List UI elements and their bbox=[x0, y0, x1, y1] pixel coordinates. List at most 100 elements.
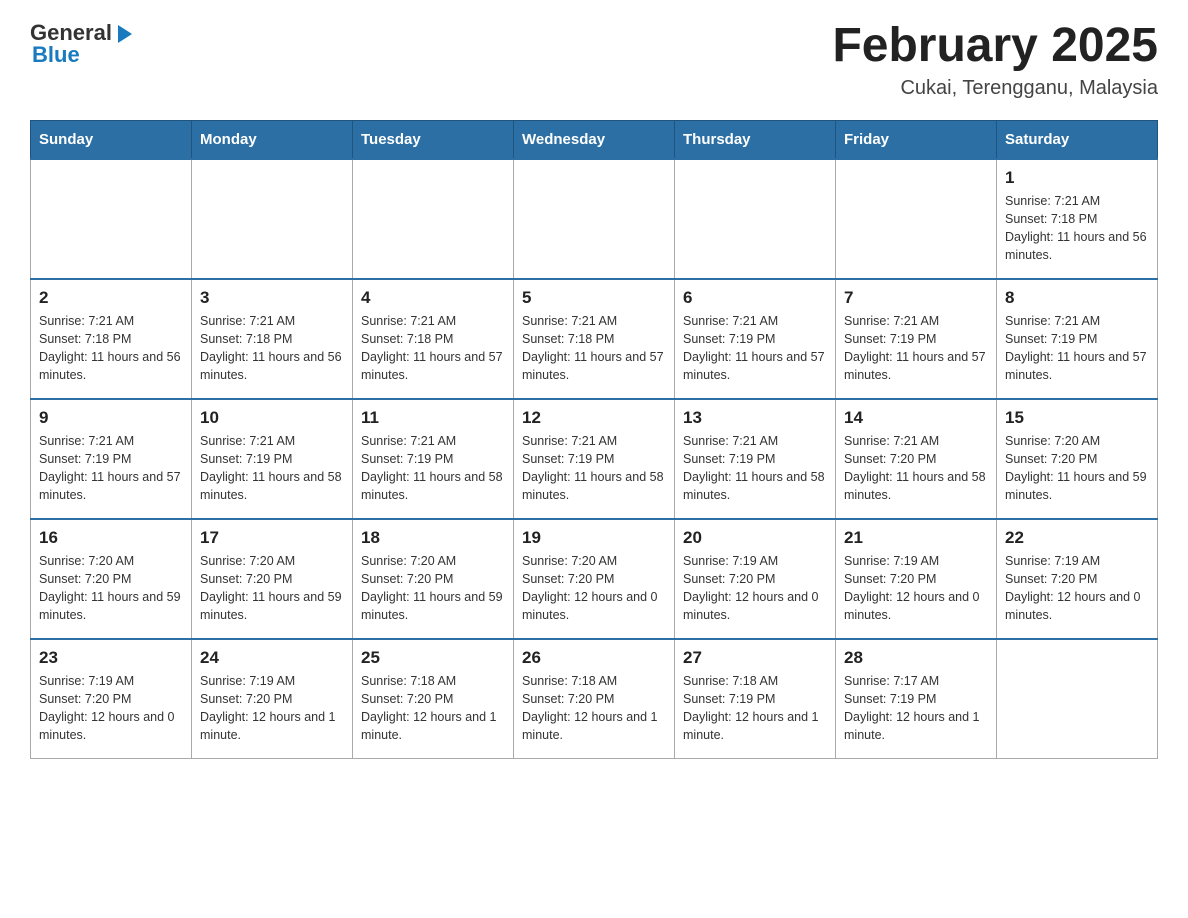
calendar-day-cell bbox=[353, 159, 514, 279]
day-number: 26 bbox=[522, 648, 666, 668]
calendar-day-cell: 11 Sunrise: 7:21 AMSunset: 7:19 PMDayligh… bbox=[353, 399, 514, 519]
calendar-day-cell: 17 Sunrise: 7:20 AMSunset: 7:20 PMDayligh… bbox=[192, 519, 353, 639]
day-number: 2 bbox=[39, 288, 183, 308]
day-number: 12 bbox=[522, 408, 666, 428]
day-info: Sunrise: 7:21 AMSunset: 7:18 PMDaylight:… bbox=[361, 312, 505, 385]
calendar-day-header: Saturday bbox=[997, 120, 1158, 159]
calendar-day-cell: 7 Sunrise: 7:21 AMSunset: 7:19 PMDaylight… bbox=[836, 279, 997, 399]
calendar-day-cell: 20 Sunrise: 7:19 AMSunset: 7:20 PMDayligh… bbox=[675, 519, 836, 639]
day-number: 25 bbox=[361, 648, 505, 668]
day-number: 23 bbox=[39, 648, 183, 668]
calendar-day-cell: 13 Sunrise: 7:21 AMSunset: 7:19 PMDayligh… bbox=[675, 399, 836, 519]
calendar-day-cell: 6 Sunrise: 7:21 AMSunset: 7:19 PMDaylight… bbox=[675, 279, 836, 399]
day-info: Sunrise: 7:19 AMSunset: 7:20 PMDaylight:… bbox=[39, 672, 183, 745]
day-info: Sunrise: 7:20 AMSunset: 7:20 PMDaylight:… bbox=[522, 552, 666, 625]
day-number: 16 bbox=[39, 528, 183, 548]
calendar-day-cell: 23 Sunrise: 7:19 AMSunset: 7:20 PMDayligh… bbox=[31, 639, 192, 759]
calendar-day-cell bbox=[514, 159, 675, 279]
day-info: Sunrise: 7:20 AMSunset: 7:20 PMDaylight:… bbox=[39, 552, 183, 625]
day-number: 3 bbox=[200, 288, 344, 308]
calendar-title: February 2025 bbox=[832, 20, 1158, 73]
logo: General Blue bbox=[30, 20, 136, 68]
calendar-day-cell: 19 Sunrise: 7:20 AMSunset: 7:20 PMDayligh… bbox=[514, 519, 675, 639]
day-info: Sunrise: 7:21 AMSunset: 7:18 PMDaylight:… bbox=[200, 312, 344, 385]
day-info: Sunrise: 7:19 AMSunset: 7:20 PMDaylight:… bbox=[683, 552, 827, 625]
calendar-day-cell: 15 Sunrise: 7:20 AMSunset: 7:20 PMDayligh… bbox=[997, 399, 1158, 519]
calendar-day-cell bbox=[675, 159, 836, 279]
day-number: 20 bbox=[683, 528, 827, 548]
day-info: Sunrise: 7:20 AMSunset: 7:20 PMDaylight:… bbox=[361, 552, 505, 625]
calendar-day-cell: 1 Sunrise: 7:21 AMSunset: 7:18 PMDaylight… bbox=[997, 159, 1158, 279]
day-info: Sunrise: 7:18 AMSunset: 7:20 PMDaylight:… bbox=[361, 672, 505, 745]
calendar-day-cell: 26 Sunrise: 7:18 AMSunset: 7:20 PMDayligh… bbox=[514, 639, 675, 759]
calendar-day-cell: 14 Sunrise: 7:21 AMSunset: 7:20 PMDayligh… bbox=[836, 399, 997, 519]
calendar-day-cell: 10 Sunrise: 7:21 AMSunset: 7:19 PMDayligh… bbox=[192, 399, 353, 519]
day-info: Sunrise: 7:20 AMSunset: 7:20 PMDaylight:… bbox=[1005, 432, 1149, 505]
calendar-week-row: 16 Sunrise: 7:20 AMSunset: 7:20 PMDayligh… bbox=[31, 519, 1158, 639]
day-info: Sunrise: 7:21 AMSunset: 7:19 PMDaylight:… bbox=[200, 432, 344, 505]
logo-arrow-icon bbox=[114, 23, 136, 45]
calendar-day-cell bbox=[192, 159, 353, 279]
day-number: 4 bbox=[361, 288, 505, 308]
day-number: 28 bbox=[844, 648, 988, 668]
day-number: 14 bbox=[844, 408, 988, 428]
day-number: 24 bbox=[200, 648, 344, 668]
day-number: 17 bbox=[200, 528, 344, 548]
day-info: Sunrise: 7:19 AMSunset: 7:20 PMDaylight:… bbox=[844, 552, 988, 625]
calendar-day-cell: 3 Sunrise: 7:21 AMSunset: 7:18 PMDaylight… bbox=[192, 279, 353, 399]
calendar-subtitle: Cukai, Terengganu, Malaysia bbox=[832, 77, 1158, 100]
calendar-day-cell: 12 Sunrise: 7:21 AMSunset: 7:19 PMDayligh… bbox=[514, 399, 675, 519]
day-number: 10 bbox=[200, 408, 344, 428]
day-number: 19 bbox=[522, 528, 666, 548]
calendar-day-cell: 16 Sunrise: 7:20 AMSunset: 7:20 PMDayligh… bbox=[31, 519, 192, 639]
calendar-day-cell: 9 Sunrise: 7:21 AMSunset: 7:19 PMDaylight… bbox=[31, 399, 192, 519]
calendar-week-row: 2 Sunrise: 7:21 AMSunset: 7:18 PMDaylight… bbox=[31, 279, 1158, 399]
day-info: Sunrise: 7:21 AMSunset: 7:20 PMDaylight:… bbox=[844, 432, 988, 505]
calendar-day-cell: 27Sunrise: 7:18 AMSunset: 7:19 PMDayligh… bbox=[675, 639, 836, 759]
calendar-day-cell: 8 Sunrise: 7:21 AMSunset: 7:19 PMDaylight… bbox=[997, 279, 1158, 399]
page-header: General Blue February 2025 Cukai, Tereng… bbox=[30, 20, 1158, 100]
calendar-day-cell bbox=[997, 639, 1158, 759]
calendar-week-row: 1 Sunrise: 7:21 AMSunset: 7:18 PMDaylight… bbox=[31, 159, 1158, 279]
day-number: 5 bbox=[522, 288, 666, 308]
calendar-day-cell: 28Sunrise: 7:17 AMSunset: 7:19 PMDayligh… bbox=[836, 639, 997, 759]
calendar-day-header: Tuesday bbox=[353, 120, 514, 159]
day-info: Sunrise: 7:21 AMSunset: 7:19 PMDaylight:… bbox=[361, 432, 505, 505]
day-number: 18 bbox=[361, 528, 505, 548]
calendar-day-cell: 21 Sunrise: 7:19 AMSunset: 7:20 PMDayligh… bbox=[836, 519, 997, 639]
calendar-day-cell bbox=[836, 159, 997, 279]
day-info: Sunrise: 7:21 AMSunset: 7:18 PMDaylight:… bbox=[1005, 192, 1149, 265]
day-number: 1 bbox=[1005, 168, 1149, 188]
day-number: 15 bbox=[1005, 408, 1149, 428]
title-section: February 2025 Cukai, Terengganu, Malaysi… bbox=[832, 20, 1158, 100]
calendar-day-cell: 24Sunrise: 7:19 AMSunset: 7:20 PMDayligh… bbox=[192, 639, 353, 759]
calendar-day-cell: 22 Sunrise: 7:19 AMSunset: 7:20 PMDayligh… bbox=[997, 519, 1158, 639]
calendar-table: SundayMondayTuesdayWednesdayThursdayFrid… bbox=[30, 120, 1158, 760]
calendar-day-header: Monday bbox=[192, 120, 353, 159]
day-info: Sunrise: 7:19 AMSunset: 7:20 PMDaylight:… bbox=[1005, 552, 1149, 625]
calendar-day-header: Friday bbox=[836, 120, 997, 159]
day-info: Sunrise: 7:20 AMSunset: 7:20 PMDaylight:… bbox=[200, 552, 344, 625]
calendar-week-row: 9 Sunrise: 7:21 AMSunset: 7:19 PMDaylight… bbox=[31, 399, 1158, 519]
day-info: Sunrise: 7:21 AMSunset: 7:19 PMDaylight:… bbox=[1005, 312, 1149, 385]
calendar-day-header: Thursday bbox=[675, 120, 836, 159]
day-number: 7 bbox=[844, 288, 988, 308]
day-info: Sunrise: 7:21 AMSunset: 7:19 PMDaylight:… bbox=[844, 312, 988, 385]
day-info: Sunrise: 7:21 AMSunset: 7:19 PMDaylight:… bbox=[683, 432, 827, 505]
day-number: 22 bbox=[1005, 528, 1149, 548]
day-number: 8 bbox=[1005, 288, 1149, 308]
day-info: Sunrise: 7:21 AMSunset: 7:19 PMDaylight:… bbox=[683, 312, 827, 385]
logo-blue-text: Blue bbox=[32, 42, 80, 68]
day-info: Sunrise: 7:18 AMSunset: 7:20 PMDaylight:… bbox=[522, 672, 666, 745]
day-number: 21 bbox=[844, 528, 988, 548]
day-info: Sunrise: 7:21 AMSunset: 7:19 PMDaylight:… bbox=[522, 432, 666, 505]
day-number: 9 bbox=[39, 408, 183, 428]
day-info: Sunrise: 7:21 AMSunset: 7:19 PMDaylight:… bbox=[39, 432, 183, 505]
calendar-week-row: 23 Sunrise: 7:19 AMSunset: 7:20 PMDayligh… bbox=[31, 639, 1158, 759]
calendar-day-cell: 4 Sunrise: 7:21 AMSunset: 7:18 PMDaylight… bbox=[353, 279, 514, 399]
calendar-day-cell: 5Sunrise: 7:21 AMSunset: 7:18 PMDaylight… bbox=[514, 279, 675, 399]
day-number: 11 bbox=[361, 408, 505, 428]
calendar-day-cell: 18 Sunrise: 7:20 AMSunset: 7:20 PMDayligh… bbox=[353, 519, 514, 639]
day-number: 6 bbox=[683, 288, 827, 308]
day-number: 13 bbox=[683, 408, 827, 428]
